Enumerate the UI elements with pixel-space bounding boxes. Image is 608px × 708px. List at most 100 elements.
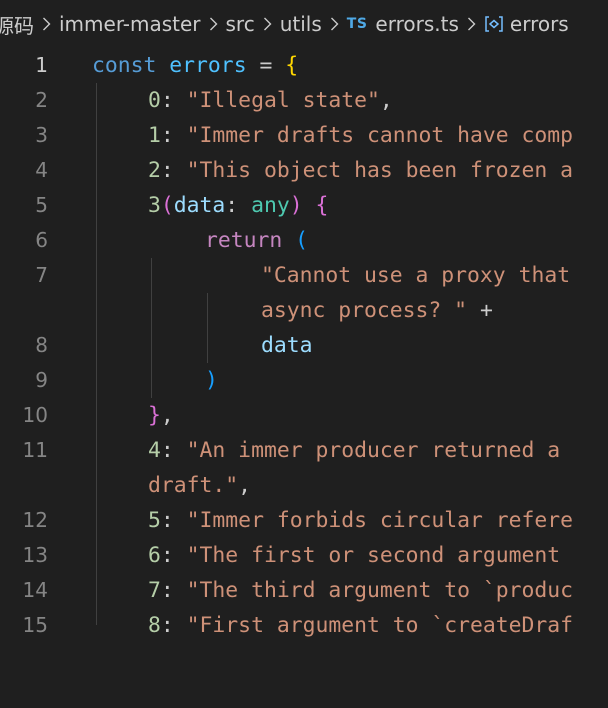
string-token: "This object has been frozen a [186, 158, 574, 183]
line-content: 8: "First argument to `createDraf [148, 608, 573, 643]
line-content: 7: "The third argument to `produc [148, 573, 573, 608]
line-number: 10 [22, 403, 48, 427]
punctuation-token: , [379, 88, 393, 113]
line-number: 2 [35, 88, 48, 112]
breadcrumb-item-root[interactable]: 源码 [0, 10, 34, 39]
parameter-token: data [261, 333, 313, 358]
line-number: 4 [35, 158, 48, 182]
code-line[interactable]: 5 3(data: any) { [0, 188, 608, 223]
line-number: 11 [22, 438, 48, 462]
line-number: 13 [22, 543, 48, 567]
bracket-token: ) [289, 193, 303, 218]
punctuation-token: : [160, 543, 174, 568]
line-number: 1 [35, 53, 48, 77]
number-token: 8 [148, 613, 161, 638]
code-line[interactable]: 13 6: "The first or second argument [0, 538, 608, 573]
number-token: 0 [148, 88, 161, 113]
number-token: 3 [148, 193, 161, 218]
code-line[interactable]: 12 5: "Immer forbids circular refere [0, 503, 608, 538]
line-number: 15 [22, 613, 48, 637]
line-content: 4: "An immer producer returned a [148, 433, 560, 468]
string-token: "An immer producer returned a [186, 438, 561, 463]
number-token: 7 [148, 578, 161, 603]
code-line[interactable]: 8 data [0, 328, 608, 363]
punctuation-token: : [225, 193, 239, 218]
number-token: 5 [148, 508, 161, 533]
breadcrumb-item-src[interactable]: src [226, 12, 255, 36]
bracket-token: { [285, 53, 299, 78]
code-line[interactable]: 4 2: "This object has been frozen a [0, 153, 608, 188]
punctuation-token: : [160, 88, 174, 113]
code-line[interactable]: 3 1: "Immer drafts cannot have comp [0, 118, 608, 153]
breadcrumb-label: utils [279, 12, 322, 36]
punctuation-token: : [160, 123, 174, 148]
breadcrumb-label: errors [509, 12, 569, 36]
code-line[interactable]: 10 }, [0, 398, 608, 433]
bracket-token: ( [295, 228, 309, 253]
breadcrumb-item-project[interactable]: immer-master [59, 12, 201, 36]
code-line[interactable]: 6 return ( [0, 223, 608, 258]
punctuation-token: , [160, 403, 174, 428]
line-content: return ( [205, 223, 308, 258]
line-number: 9 [35, 368, 48, 392]
code-line[interactable]: 9 ) [0, 363, 608, 398]
breadcrumb-label: 源码 [0, 13, 34, 38]
keyword-token: const [92, 53, 157, 78]
line-content: draft.", [148, 468, 251, 503]
line-number: 5 [35, 193, 48, 217]
line-number: 7 [35, 263, 48, 287]
line-content: 3(data: any) { [148, 188, 328, 223]
line-content: 0: "Illegal state", [148, 83, 393, 118]
code-editor[interactable]: 1 const errors = { 2 0: "Illegal state",… [0, 48, 608, 640]
line-number: 3 [35, 123, 48, 147]
line-content: const errors = { [92, 48, 298, 83]
punctuation-token: : [160, 158, 174, 183]
variable-token: errors [169, 53, 247, 78]
line-content: "Cannot use a proxy that [261, 258, 570, 293]
line-content: ) [205, 363, 218, 398]
code-line[interactable]: 14 7: "The third argument to `produc [0, 573, 608, 608]
string-token: "Immer drafts cannot have comp [186, 123, 574, 148]
line-number: 14 [22, 578, 48, 602]
line-content: 1: "Immer drafts cannot have comp [148, 118, 573, 153]
operator-token: + [479, 298, 493, 323]
string-token: "The third argument to `produc [186, 578, 574, 603]
string-token: "Illegal state" [186, 88, 380, 113]
code-line[interactable]: 1 const errors = { [0, 48, 608, 83]
chevron-right-icon [263, 16, 272, 32]
string-token: "First argument to `createDraf [186, 613, 574, 638]
line-number: 12 [22, 508, 48, 532]
code-line[interactable]: 11 4: "An immer producer returned a [0, 433, 608, 468]
breadcrumb-label: errors.ts [375, 12, 459, 36]
string-token: async process? " [261, 298, 468, 323]
breadcrumb-label: immer-master [59, 12, 201, 36]
line-content: 5: "Immer forbids circular refere [148, 503, 573, 538]
typescript-file-icon: TS [346, 16, 368, 32]
bracket-token: ( [160, 193, 174, 218]
chevron-right-icon [209, 16, 218, 32]
code-line[interactable]: 15 8: "First argument to `createDraf [0, 608, 608, 643]
number-token: 6 [148, 543, 161, 568]
punctuation-token: : [160, 508, 174, 533]
breadcrumb-item-file[interactable]: TS errors.ts [347, 12, 459, 36]
breadcrumb-item-symbol[interactable]: errors [484, 12, 569, 36]
number-token: 1 [148, 123, 161, 148]
line-content: 6: "The first or second argument [148, 538, 560, 573]
type-token: any [251, 193, 290, 218]
chevron-right-icon [42, 16, 51, 32]
keyword-token: return [205, 228, 283, 253]
chevron-right-icon [330, 16, 339, 32]
code-line-wrap[interactable]: async process? " + [0, 293, 608, 328]
punctuation-token: : [160, 613, 174, 638]
line-number: 8 [35, 333, 48, 357]
code-line[interactable]: 2 0: "Illegal state", [0, 83, 608, 118]
variable-symbol-icon [484, 15, 504, 33]
bracket-token: { [315, 193, 329, 218]
code-line-wrap[interactable]: draft.", [0, 468, 608, 503]
line-content: async process? " + [261, 293, 493, 328]
line-content: 2: "This object has been frozen a [148, 153, 573, 188]
code-line[interactable]: 7 "Cannot use a proxy that [0, 258, 608, 293]
line-number: 6 [35, 228, 48, 252]
number-token: 4 [148, 438, 161, 463]
breadcrumb-item-utils[interactable]: utils [280, 12, 322, 36]
